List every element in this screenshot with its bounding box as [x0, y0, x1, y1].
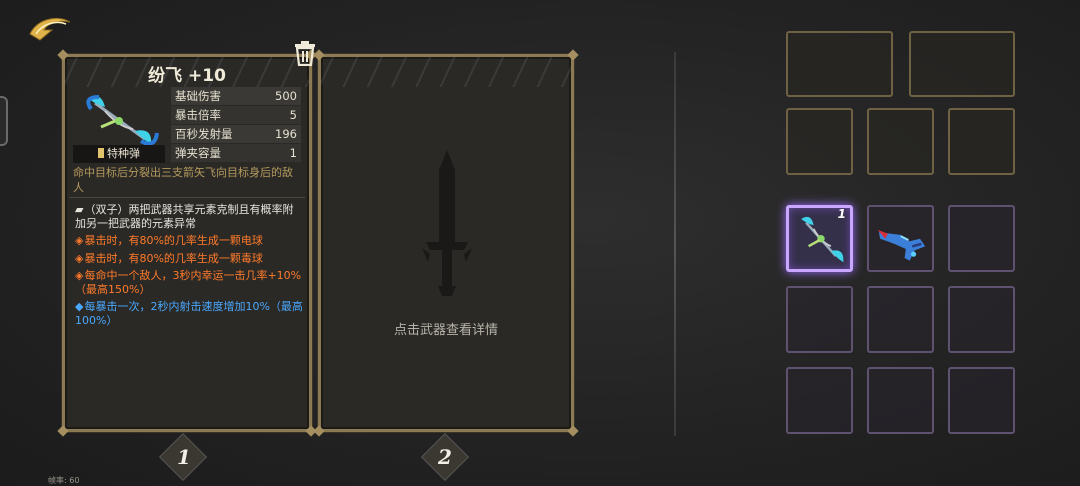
inventory-slot[interactable]	[786, 31, 893, 97]
divider	[69, 197, 305, 198]
panel-divider	[674, 52, 676, 436]
inventory-slot[interactable]	[867, 367, 934, 434]
card-pattern	[321, 57, 571, 87]
inventory-slot[interactable]	[786, 367, 853, 434]
inventory-slot[interactable]	[948, 286, 1015, 353]
inventory-slot-selected[interactable]: 1	[786, 205, 853, 272]
blaster-item-icon	[877, 229, 926, 261]
inventory-slot[interactable]	[948, 205, 1015, 272]
crossbow-weapon-icon	[86, 95, 159, 146]
inventory-slot[interactable]	[867, 286, 934, 353]
inventory-slot[interactable]	[948, 367, 1015, 434]
stat-row: 暴击倍率 5	[171, 106, 301, 125]
ammo-icon	[98, 148, 104, 158]
effect-item: ▰（双子）两把武器共享元素克制且有概率附加另一把武器的元素异常	[75, 203, 294, 230]
effect-item: ◈暴击时，有80%的几率生成一颗毒球	[75, 251, 263, 265]
effects-list: ▰（双子）两把武器共享元素克制且有概率附加另一把武器的元素异常 ◈暴击时，有80…	[75, 203, 303, 331]
side-tab[interactable]	[0, 96, 8, 146]
effect-item: ◈每命中一个敌人，3秒内幸运一击几率+10%（最高150%）	[75, 269, 302, 296]
weapon-detail-card: 纷飞 +10 特种弹 基础伤害 500 暴击倍率 5 百秒发射量 196 弹夹容量 1 …	[57, 54, 317, 437]
compare-hint: 点击武器查看详情	[393, 323, 498, 338]
slot-number-2: 2	[438, 445, 452, 469]
effect-item: ◈暴击时，有80%的几率生成一颗电球	[75, 234, 263, 247]
stats-table: 基础伤害 500 暴击倍率 5 百秒发射量 196 弹夹容量 1	[171, 87, 301, 163]
stat-row: 百秒发射量 196	[171, 125, 301, 144]
slot-number-1: 1	[177, 445, 191, 469]
inventory-slot[interactable]	[867, 205, 934, 272]
inventory-slot[interactable]	[909, 31, 1015, 97]
stat-row: 基础伤害 500	[171, 87, 301, 106]
inventory-slot[interactable]	[867, 108, 934, 175]
effect-item: ◆每暴击一次，2秒内射击速度增加10%（最高100%）	[75, 300, 303, 327]
inventory-slot[interactable]	[786, 286, 853, 353]
fps-counter: 帧率: 60	[48, 476, 80, 485]
inventory-slot[interactable]	[948, 108, 1015, 175]
stat-row: 弹夹容量 1	[171, 144, 301, 163]
back-button[interactable]	[26, 10, 76, 42]
inventory-slot[interactable]	[786, 108, 853, 175]
back-arrow-icon	[29, 18, 71, 41]
weapon-title: 纷飞 +10	[148, 66, 226, 86]
weapon-description: 命中目标后分裂出三支箭矢飞向目标身后的敌人	[73, 166, 293, 194]
crossbow-item-icon	[801, 216, 844, 263]
special-ammo-tag: 特种弹	[73, 145, 165, 163]
sword-silhouette-icon	[422, 150, 472, 296]
